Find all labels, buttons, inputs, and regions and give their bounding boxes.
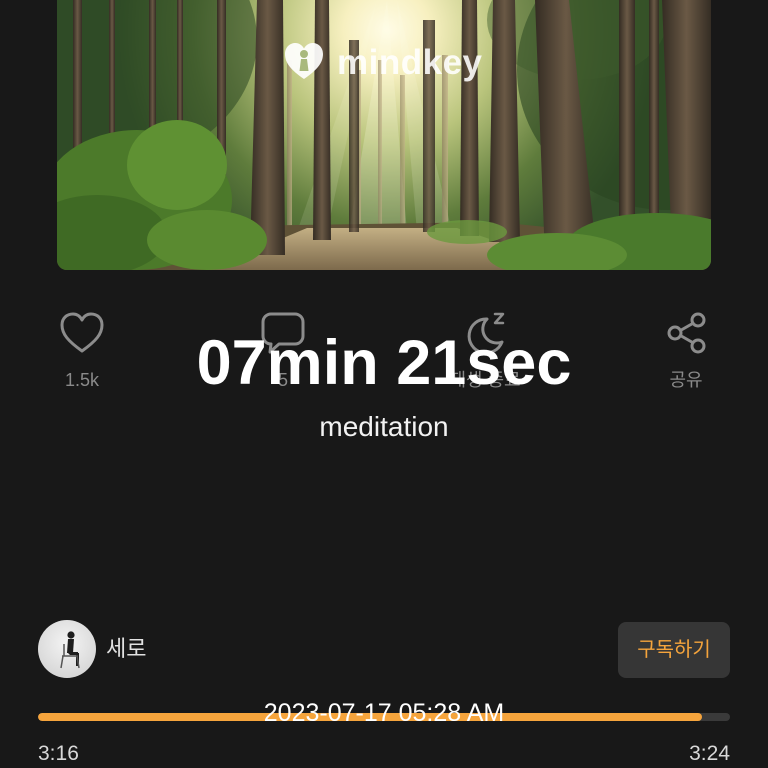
elapsed-time: 3:16 — [38, 742, 79, 765]
forest-illustration — [57, 0, 711, 270]
total-time: 3:24 — [689, 742, 730, 765]
logo-heart-icon — [283, 41, 325, 86]
timestamp-overlay: 2023-07-17 05:28 AM — [263, 699, 505, 727]
logo-text: mindkey — [337, 43, 483, 82]
avatar[interactable] — [38, 620, 96, 678]
subscribe-button[interactable]: 구독하기 — [618, 622, 730, 678]
creator-name[interactable]: 세로 — [106, 636, 146, 662]
cover-image — [57, 0, 711, 270]
app-logo: mindkey — [283, 42, 483, 84]
category-overlay: meditation — [319, 411, 449, 442]
duration-overlay: 07min 21sec — [196, 328, 572, 398]
